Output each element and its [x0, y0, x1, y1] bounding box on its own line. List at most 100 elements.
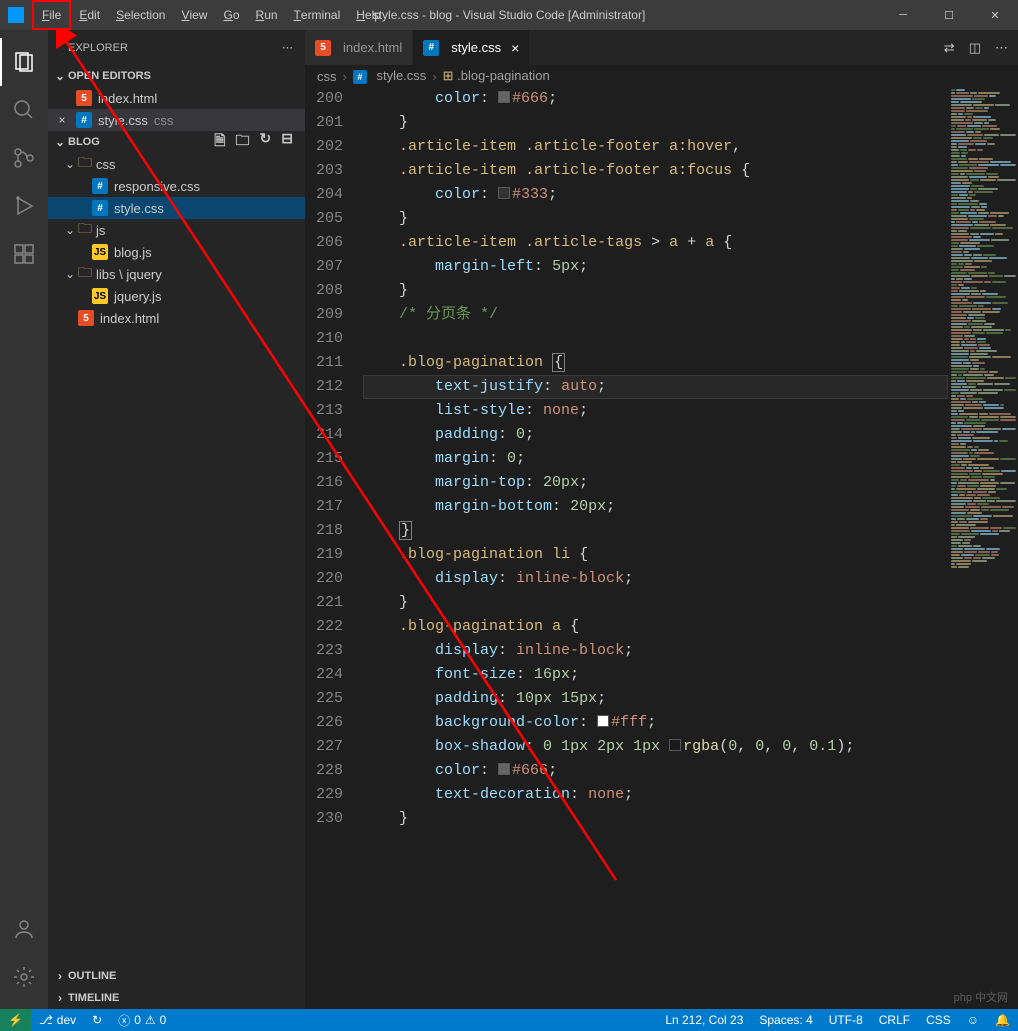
folder-label: libs \ jquery [96, 267, 162, 282]
title-bar: FileEditSelectionViewGoRunTerminalHelp s… [0, 0, 1018, 30]
workspace-header[interactable]: ⌄ BLOG 🗎 🗀 ↻ ⊟ [48, 131, 305, 153]
more-icon[interactable]: ⋯ [282, 41, 293, 54]
html5-icon: 5 [76, 90, 92, 106]
status-line-col[interactable]: Ln 212, Col 23 [657, 1013, 751, 1027]
close-button[interactable]: ✕ [972, 0, 1018, 30]
folder-label: js [96, 223, 105, 238]
window-controls: ─ ☐ ✕ [880, 0, 1018, 30]
css-icon: # [76, 112, 92, 128]
file-label: index.html [98, 91, 157, 106]
menu-edit[interactable]: Edit [71, 0, 108, 30]
file-label: blog.js [114, 245, 152, 260]
tree-file[interactable]: 5 index.html [48, 307, 305, 329]
status-branch[interactable]: ⎇ dev [31, 1009, 84, 1031]
file-label: jquery.js [114, 289, 161, 304]
tree-file[interactable]: JS jquery.js [48, 285, 305, 307]
status-remote[interactable]: ⚡ [0, 1009, 31, 1031]
tree-folder[interactable]: ⌄🗀 js [48, 219, 305, 241]
open-editor-item[interactable]: ×#style.csscss [48, 109, 305, 131]
refresh-icon[interactable]: ↻ [260, 130, 272, 154]
status-notifications[interactable]: 🔔 [987, 1013, 1018, 1027]
activity-search[interactable] [0, 86, 48, 134]
split-editor-icon[interactable]: ◫ [969, 40, 981, 56]
js-icon: JS [92, 288, 108, 304]
tab-label: style.css [451, 40, 501, 55]
breadcrumb[interactable]: css›# style.css›⊞ .blog-pagination [305, 65, 1018, 87]
window-title: style.css - blog - Visual Studio Code [A… [373, 8, 646, 22]
activity-account[interactable] [0, 905, 48, 953]
menu-bar: FileEditSelectionViewGoRunTerminalHelp [32, 0, 389, 30]
chevron-down-icon: ⌄ [52, 69, 68, 83]
chevron-down-icon: ⌄ [62, 223, 78, 237]
activity-explorer[interactable] [0, 38, 48, 86]
tree-file[interactable]: JS blog.js [48, 241, 305, 263]
file-label: style.css [98, 113, 148, 128]
css-icon: # [423, 40, 439, 56]
activity-bar [0, 30, 48, 1009]
menu-selection[interactable]: Selection [108, 0, 173, 30]
breadcrumb-item[interactable]: css [317, 69, 337, 84]
explorer-sidebar: EXPLORER ⋯ ⌄ OPEN EDITORS 5index.html×#s… [48, 30, 305, 1009]
collapse-icon[interactable]: ⊟ [281, 130, 293, 154]
activity-scm[interactable] [0, 134, 48, 182]
css-icon: # [92, 178, 108, 194]
status-language[interactable]: CSS [918, 1013, 959, 1027]
editor-tab[interactable]: 5index.html [305, 30, 413, 65]
file-label: index.html [100, 311, 159, 326]
bell-icon: 🔔 [995, 1013, 1010, 1027]
menu-terminal[interactable]: Terminal [286, 0, 349, 30]
status-eol[interactable]: CRLF [871, 1013, 918, 1027]
activity-extensions[interactable] [0, 230, 48, 278]
status-bar: ⚡ ⎇ dev ↻ ⓧ 0 ⚠ 0 Ln 212, Col 23 Spaces:… [0, 1009, 1018, 1031]
activity-settings[interactable] [0, 953, 48, 1001]
sidebar-title: EXPLORER ⋯ [48, 30, 305, 65]
open-editor-item[interactable]: 5 index.html [48, 87, 305, 109]
code-editor[interactable]: 2002012022032042052062072082092102112122… [305, 87, 1018, 1009]
breadcrumb-item[interactable]: ⊞ .blog-pagination [443, 68, 550, 84]
status-spaces[interactable]: Spaces: 4 [751, 1013, 820, 1027]
outline-header[interactable]: › OUTLINE [48, 965, 305, 987]
compare-icon[interactable]: ⇄ [944, 40, 955, 56]
folder-icon: 🗀 [78, 152, 92, 176]
tree-file[interactable]: #style.css [48, 197, 305, 219]
breadcrumb-item[interactable]: # style.css [353, 68, 426, 84]
minimap[interactable] [948, 87, 1018, 1009]
tree-file[interactable]: # responsive.css [48, 175, 305, 197]
js-icon: JS [92, 244, 108, 260]
status-feedback[interactable]: ☺ [959, 1013, 987, 1027]
css-icon: # [92, 200, 108, 216]
more-icon[interactable]: ⋯ [995, 40, 1008, 56]
chevron-down-icon: ⌄ [62, 157, 78, 171]
menu-file[interactable]: File [32, 0, 71, 30]
timeline-header[interactable]: › TIMELINE [48, 987, 305, 1009]
watermark: php 中文网 [954, 989, 1008, 1005]
activity-debug[interactable] [0, 182, 48, 230]
html5-icon: 5 [315, 40, 331, 56]
close-icon[interactable]: × [511, 40, 519, 56]
html5-icon: 5 [78, 310, 94, 326]
tree-folder[interactable]: ⌄🗀 libs \ jquery [48, 263, 305, 285]
editor-tab[interactable]: # style.css × [413, 30, 530, 65]
vscode-logo-icon [8, 7, 24, 23]
close-icon[interactable]: × [48, 113, 76, 127]
maximize-button[interactable]: ☐ [926, 0, 972, 30]
file-label: responsive.css [114, 179, 200, 194]
minimize-button[interactable]: ─ [880, 0, 926, 30]
status-problems[interactable]: ⓧ 0 ⚠ 0 [110, 1009, 174, 1031]
editor-tabs: 5index.html # style.css × ⇄ ◫ ⋯ [305, 30, 1018, 65]
folder-icon: 🗀 [78, 218, 92, 242]
menu-view[interactable]: View [173, 0, 215, 30]
status-encoding[interactable]: UTF-8 [821, 1013, 871, 1027]
menu-run[interactable]: Run [248, 0, 286, 30]
new-file-icon[interactable]: 🗎 [214, 130, 225, 154]
folder-label: css [96, 157, 116, 172]
status-sync[interactable]: ↻ [84, 1009, 110, 1031]
new-folder-icon[interactable]: 🗀 [236, 130, 250, 154]
menu-go[interactable]: Go [215, 0, 247, 30]
tree-folder[interactable]: ⌄🗀 css [48, 153, 305, 175]
feedback-icon: ☺ [967, 1013, 979, 1027]
chevron-right-icon: › [52, 969, 68, 983]
open-editors-header[interactable]: ⌄ OPEN EDITORS [48, 65, 305, 87]
chevron-down-icon: ⌄ [62, 267, 78, 281]
folder-icon: 🗀 [78, 262, 92, 286]
